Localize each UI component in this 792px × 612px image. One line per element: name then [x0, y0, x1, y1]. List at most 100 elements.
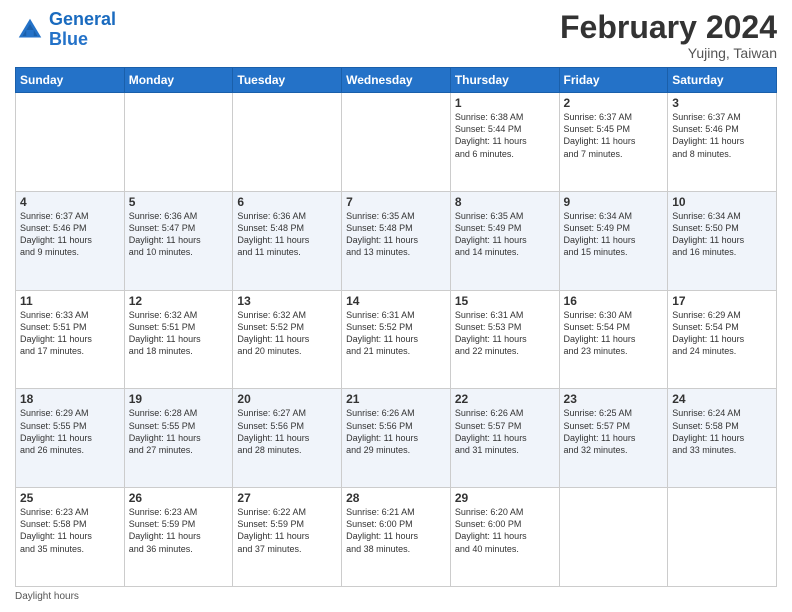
calendar-cell: [233, 93, 342, 192]
calendar-cell: 21Sunrise: 6:26 AM Sunset: 5:56 PM Dayli…: [342, 389, 451, 488]
day-number: 3: [672, 96, 772, 110]
calendar-cell: 8Sunrise: 6:35 AM Sunset: 5:49 PM Daylig…: [450, 191, 559, 290]
day-number: 21: [346, 392, 446, 406]
calendar-cell: [559, 488, 668, 587]
day-info: Sunrise: 6:36 AM Sunset: 5:47 PM Dayligh…: [129, 210, 229, 259]
calendar-week-3: 11Sunrise: 6:33 AM Sunset: 5:51 PM Dayli…: [16, 290, 777, 389]
day-info: Sunrise: 6:22 AM Sunset: 5:59 PM Dayligh…: [237, 506, 337, 555]
weekday-header-wednesday: Wednesday: [342, 68, 451, 93]
calendar-cell: 20Sunrise: 6:27 AM Sunset: 5:56 PM Dayli…: [233, 389, 342, 488]
header: General Blue February 2024 Yujing, Taiwa…: [15, 10, 777, 61]
logo: General Blue: [15, 10, 116, 50]
day-number: 10: [672, 195, 772, 209]
day-info: Sunrise: 6:36 AM Sunset: 5:48 PM Dayligh…: [237, 210, 337, 259]
day-info: Sunrise: 6:34 AM Sunset: 5:50 PM Dayligh…: [672, 210, 772, 259]
calendar-cell: 18Sunrise: 6:29 AM Sunset: 5:55 PM Dayli…: [16, 389, 125, 488]
day-number: 1: [455, 96, 555, 110]
day-number: 11: [20, 294, 120, 308]
day-info: Sunrise: 6:23 AM Sunset: 5:59 PM Dayligh…: [129, 506, 229, 555]
calendar-cell: 17Sunrise: 6:29 AM Sunset: 5:54 PM Dayli…: [668, 290, 777, 389]
day-info: Sunrise: 6:37 AM Sunset: 5:46 PM Dayligh…: [20, 210, 120, 259]
day-info: Sunrise: 6:37 AM Sunset: 5:46 PM Dayligh…: [672, 111, 772, 160]
day-number: 29: [455, 491, 555, 505]
day-info: Sunrise: 6:28 AM Sunset: 5:55 PM Dayligh…: [129, 407, 229, 456]
day-number: 16: [564, 294, 664, 308]
calendar-week-1: 1Sunrise: 6:38 AM Sunset: 5:44 PM Daylig…: [16, 93, 777, 192]
day-info: Sunrise: 6:23 AM Sunset: 5:58 PM Dayligh…: [20, 506, 120, 555]
weekday-header-tuesday: Tuesday: [233, 68, 342, 93]
day-number: 13: [237, 294, 337, 308]
calendar-cell: 5Sunrise: 6:36 AM Sunset: 5:47 PM Daylig…: [124, 191, 233, 290]
calendar-cell: [668, 488, 777, 587]
day-info: Sunrise: 6:26 AM Sunset: 5:57 PM Dayligh…: [455, 407, 555, 456]
weekday-header-friday: Friday: [559, 68, 668, 93]
calendar-cell: 4Sunrise: 6:37 AM Sunset: 5:46 PM Daylig…: [16, 191, 125, 290]
calendar-week-5: 25Sunrise: 6:23 AM Sunset: 5:58 PM Dayli…: [16, 488, 777, 587]
calendar-cell: 1Sunrise: 6:38 AM Sunset: 5:44 PM Daylig…: [450, 93, 559, 192]
day-info: Sunrise: 6:31 AM Sunset: 5:52 PM Dayligh…: [346, 309, 446, 358]
logo-text: General Blue: [49, 10, 116, 50]
title-section: February 2024 Yujing, Taiwan: [560, 10, 777, 61]
calendar-week-4: 18Sunrise: 6:29 AM Sunset: 5:55 PM Dayli…: [16, 389, 777, 488]
calendar-week-2: 4Sunrise: 6:37 AM Sunset: 5:46 PM Daylig…: [16, 191, 777, 290]
day-number: 2: [564, 96, 664, 110]
day-info: Sunrise: 6:35 AM Sunset: 5:48 PM Dayligh…: [346, 210, 446, 259]
weekday-header-thursday: Thursday: [450, 68, 559, 93]
day-info: Sunrise: 6:25 AM Sunset: 5:57 PM Dayligh…: [564, 407, 664, 456]
calendar-cell: 12Sunrise: 6:32 AM Sunset: 5:51 PM Dayli…: [124, 290, 233, 389]
calendar-cell: [124, 93, 233, 192]
footer-note: Daylight hours: [15, 591, 777, 602]
day-info: Sunrise: 6:29 AM Sunset: 5:54 PM Dayligh…: [672, 309, 772, 358]
day-number: 12: [129, 294, 229, 308]
day-info: Sunrise: 6:34 AM Sunset: 5:49 PM Dayligh…: [564, 210, 664, 259]
day-number: 7: [346, 195, 446, 209]
day-number: 25: [20, 491, 120, 505]
day-number: 19: [129, 392, 229, 406]
month-title: February 2024: [560, 10, 777, 45]
day-info: Sunrise: 6:24 AM Sunset: 5:58 PM Dayligh…: [672, 407, 772, 456]
calendar-cell: 15Sunrise: 6:31 AM Sunset: 5:53 PM Dayli…: [450, 290, 559, 389]
day-number: 23: [564, 392, 664, 406]
daylight-label: Daylight hours: [15, 591, 79, 602]
day-info: Sunrise: 6:38 AM Sunset: 5:44 PM Dayligh…: [455, 111, 555, 160]
logo-blue: Blue: [49, 29, 88, 49]
day-number: 20: [237, 392, 337, 406]
calendar-cell: 16Sunrise: 6:30 AM Sunset: 5:54 PM Dayli…: [559, 290, 668, 389]
logo-general: General: [49, 9, 116, 29]
day-number: 15: [455, 294, 555, 308]
calendar-cell: 11Sunrise: 6:33 AM Sunset: 5:51 PM Dayli…: [16, 290, 125, 389]
day-info: Sunrise: 6:26 AM Sunset: 5:56 PM Dayligh…: [346, 407, 446, 456]
calendar-cell: 3Sunrise: 6:37 AM Sunset: 5:46 PM Daylig…: [668, 93, 777, 192]
calendar-cell: 14Sunrise: 6:31 AM Sunset: 5:52 PM Dayli…: [342, 290, 451, 389]
calendar-cell: 9Sunrise: 6:34 AM Sunset: 5:49 PM Daylig…: [559, 191, 668, 290]
day-number: 18: [20, 392, 120, 406]
day-number: 28: [346, 491, 446, 505]
calendar-header-row: SundayMondayTuesdayWednesdayThursdayFrid…: [16, 68, 777, 93]
day-info: Sunrise: 6:20 AM Sunset: 6:00 PM Dayligh…: [455, 506, 555, 555]
calendar-cell: 25Sunrise: 6:23 AM Sunset: 5:58 PM Dayli…: [16, 488, 125, 587]
calendar-cell: 22Sunrise: 6:26 AM Sunset: 5:57 PM Dayli…: [450, 389, 559, 488]
calendar-cell: 13Sunrise: 6:32 AM Sunset: 5:52 PM Dayli…: [233, 290, 342, 389]
day-number: 22: [455, 392, 555, 406]
calendar-cell: 24Sunrise: 6:24 AM Sunset: 5:58 PM Dayli…: [668, 389, 777, 488]
day-number: 24: [672, 392, 772, 406]
calendar-cell: 2Sunrise: 6:37 AM Sunset: 5:45 PM Daylig…: [559, 93, 668, 192]
day-info: Sunrise: 6:21 AM Sunset: 6:00 PM Dayligh…: [346, 506, 446, 555]
day-info: Sunrise: 6:33 AM Sunset: 5:51 PM Dayligh…: [20, 309, 120, 358]
calendar-cell: [16, 93, 125, 192]
calendar-cell: 19Sunrise: 6:28 AM Sunset: 5:55 PM Dayli…: [124, 389, 233, 488]
day-number: 14: [346, 294, 446, 308]
weekday-header-sunday: Sunday: [16, 68, 125, 93]
weekday-header-monday: Monday: [124, 68, 233, 93]
day-info: Sunrise: 6:32 AM Sunset: 5:52 PM Dayligh…: [237, 309, 337, 358]
day-info: Sunrise: 6:30 AM Sunset: 5:54 PM Dayligh…: [564, 309, 664, 358]
calendar-cell: 10Sunrise: 6:34 AM Sunset: 5:50 PM Dayli…: [668, 191, 777, 290]
day-number: 26: [129, 491, 229, 505]
calendar-table: SundayMondayTuesdayWednesdayThursdayFrid…: [15, 67, 777, 587]
page: General Blue February 2024 Yujing, Taiwa…: [0, 0, 792, 612]
day-info: Sunrise: 6:31 AM Sunset: 5:53 PM Dayligh…: [455, 309, 555, 358]
day-number: 8: [455, 195, 555, 209]
calendar-cell: 29Sunrise: 6:20 AM Sunset: 6:00 PM Dayli…: [450, 488, 559, 587]
day-number: 9: [564, 195, 664, 209]
location: Yujing, Taiwan: [560, 45, 777, 61]
